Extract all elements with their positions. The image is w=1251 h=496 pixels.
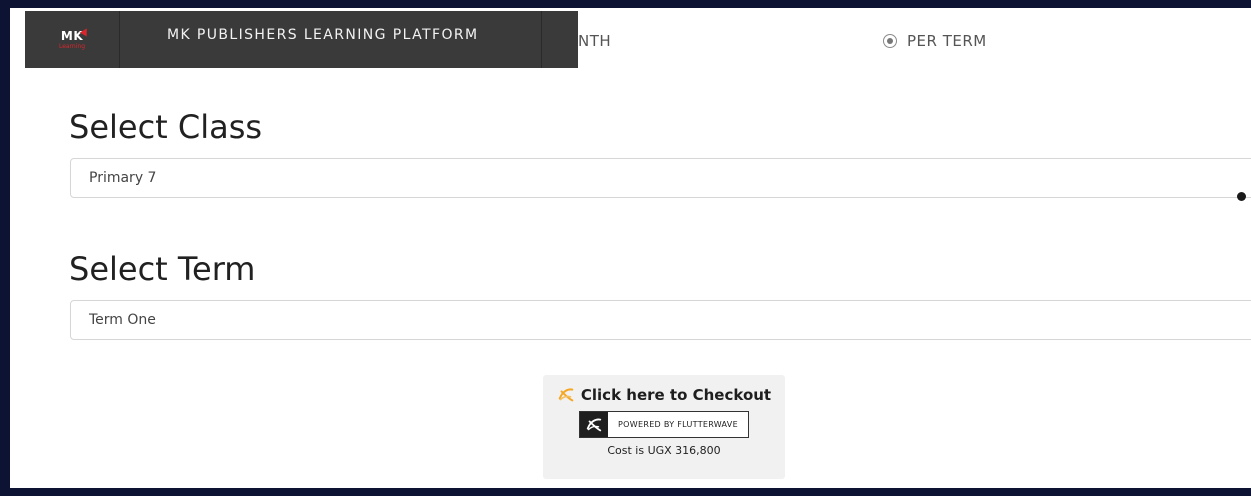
checkout-button[interactable]: Click here to Checkout POWERED BY FLUTTE…: [543, 375, 785, 479]
per-term-option[interactable]: PER TERM: [883, 32, 987, 50]
scroll-handle[interactable]: [1237, 192, 1246, 201]
select-term-heading: Select Term: [69, 250, 256, 288]
page-frame: MK Learning MK PUBLISHERS LEARNING PLATF…: [10, 8, 1251, 488]
checkout-label: Click here to Checkout: [580, 386, 772, 404]
powered-by-flutterwave-badge: POWERED BY FLUTTERWAVE: [579, 411, 749, 438]
radio-selected-dot: [887, 38, 893, 44]
per-month-option-label[interactable]: NTH: [578, 32, 611, 50]
flutterwave-badge-icon: [580, 412, 609, 437]
brand-title[interactable]: MK PUBLISHERS LEARNING PLATFORM: [120, 11, 541, 68]
class-select[interactable]: Primary 7: [70, 158, 1251, 198]
checkout-title-row: Click here to Checkout: [557, 386, 771, 404]
per-term-label: PER TERM: [907, 32, 987, 50]
logo-subtext: Learning: [58, 42, 86, 50]
cost-text: Cost is UGX 316,800: [607, 444, 721, 457]
term-select-value: Term One: [89, 312, 156, 328]
mk-logo-icon: MK Learning: [59, 30, 85, 50]
flutterwave-icon: [558, 388, 574, 402]
term-select[interactable]: Term One: [70, 300, 1251, 340]
class-select-value: Primary 7: [89, 170, 157, 186]
select-class-heading: Select Class: [69, 108, 263, 146]
navbar-end-segment: [541, 11, 578, 68]
per-term-radio[interactable]: [883, 34, 897, 48]
logo-text: MK: [60, 28, 84, 43]
powered-by-text: POWERED BY FLUTTERWAVE: [618, 420, 738, 429]
navbar: MK Learning MK PUBLISHERS LEARNING PLATF…: [25, 11, 578, 68]
brand-logo[interactable]: MK Learning: [25, 11, 120, 68]
